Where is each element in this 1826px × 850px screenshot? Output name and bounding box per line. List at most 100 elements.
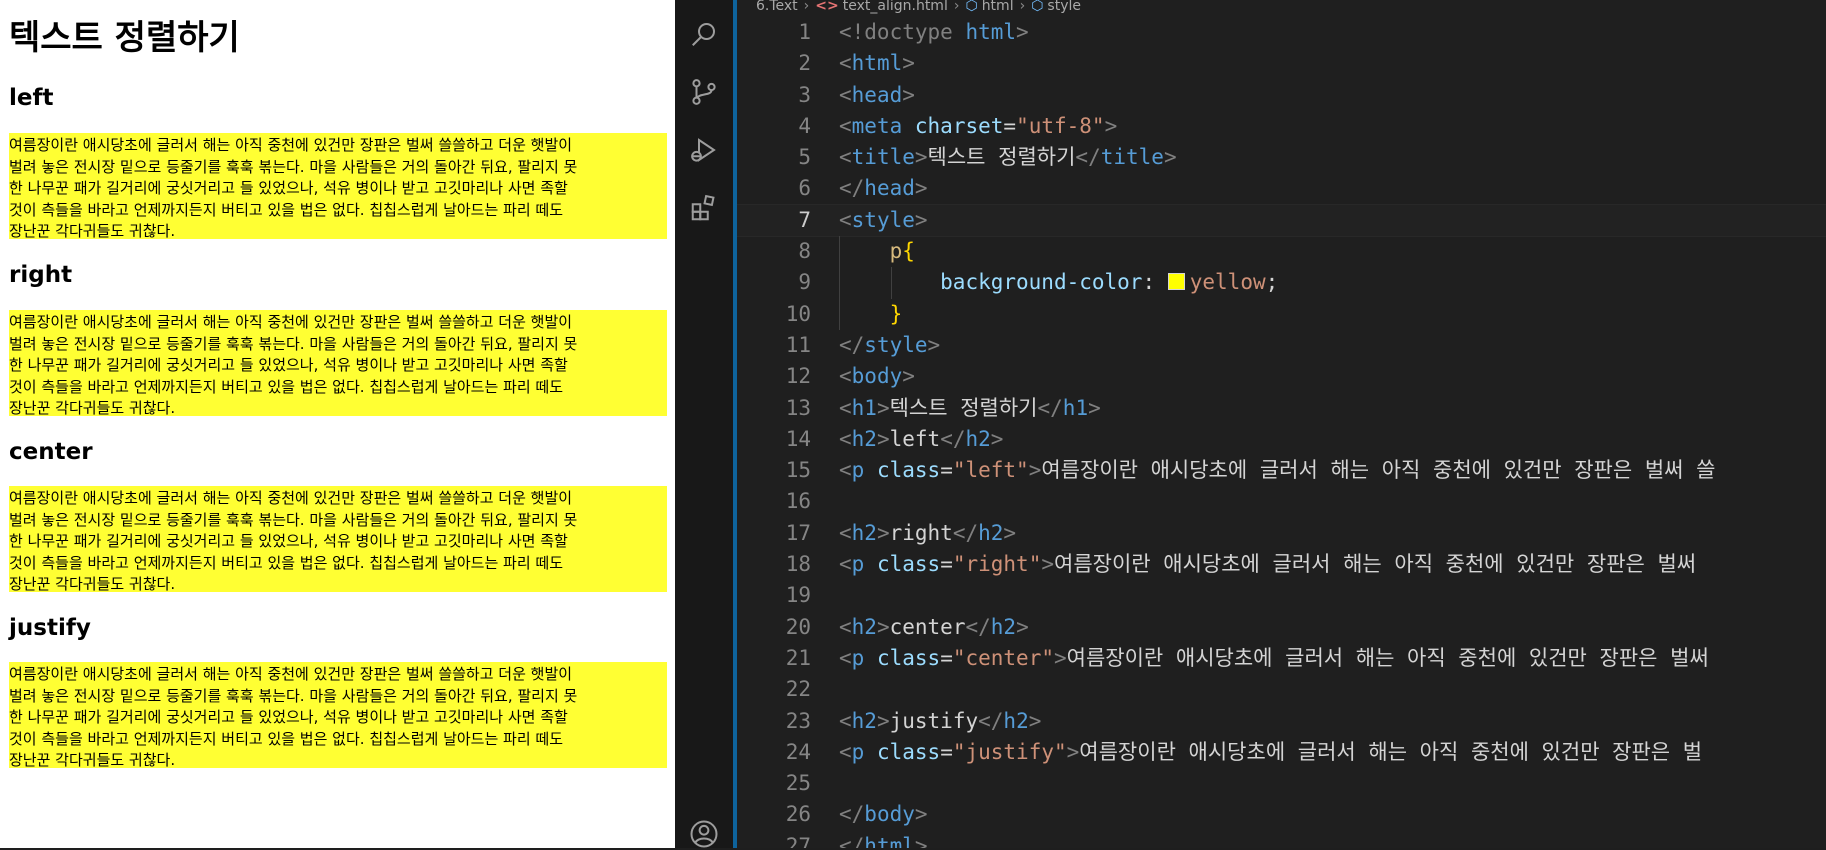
code-line[interactable]: 5 <title>텍스트 정렬하기</title> xyxy=(737,142,1826,173)
line-number: 14 xyxy=(785,426,811,451)
paragraph-line: 장난꾼 각다귀들도 귀찮다. xyxy=(9,575,176,592)
paragraph-line: 벌려 놓은 전시장 밑으로 등줄기를 훅훅 볶는다. 마을 사람들은 거의 돌아… xyxy=(9,686,578,705)
account-icon[interactable] xyxy=(688,818,720,850)
code-token: class xyxy=(876,645,941,670)
line-number: 25 xyxy=(785,771,811,796)
element-node-icon: ⬡ xyxy=(1031,0,1044,14)
code-line[interactable]: 8 p{ xyxy=(737,236,1826,268)
paragraph-line: 여름장이란 애시당초에 글러서 해는 아직 중천에 있건만 장판은 벌써 쓸쓸하… xyxy=(9,665,573,683)
paragraph-line: 것이 측들을 바라고 언제까지든지 버티고 있을 법은 없다. 칩칩스럽게 날아… xyxy=(9,729,564,748)
code-line[interactable]: 6 </head> xyxy=(737,173,1826,204)
code-line[interactable]: 1 <!doctype html> xyxy=(737,17,1826,48)
line-number: 27 xyxy=(785,833,811,848)
code-line[interactable]: 14 <h2>left</h2> xyxy=(737,424,1826,455)
code-line[interactable]: 21 <p class="center">여름장이란 애시당초에 글러서 해는 아… xyxy=(737,643,1826,674)
code-line[interactable]: 12 <body> xyxy=(737,361,1826,392)
code-token: "utf-8" xyxy=(1016,113,1105,138)
paragraph-line: 것이 측들을 바라고 언제까지든지 버티고 있을 법은 없다. 칩칩스럽게 날아… xyxy=(9,200,564,219)
code-line[interactable]: 16 xyxy=(737,486,1826,517)
line-number: 20 xyxy=(785,614,811,639)
breadcrumb-node-html[interactable]: html xyxy=(982,0,1014,14)
line-number: 5 xyxy=(798,145,811,170)
paragraph-line: 여름장이란 애시당초에 글러서 해는 아직 중천에 있건만 장판은 벌써 쓸쓸하… xyxy=(9,489,573,507)
line-number: 3 xyxy=(798,82,811,107)
paragraph-line: 한 나무꾼 패가 길거리에 궁싯거리고 들 있었으나, 석유 병이나 받고 고깃… xyxy=(9,179,568,197)
line-number: 13 xyxy=(785,395,811,420)
paragraph-line: 것이 측들을 바라고 언제까지든지 버티고 있을 법은 없다. 칩칩스럽게 날아… xyxy=(9,377,564,396)
paragraph-line: 것이 측들을 바라고 언제까지든지 버티고 있을 법은 없다. 칩칩스럽게 날아… xyxy=(9,553,564,572)
code-token: charset xyxy=(914,113,1004,138)
source-control-icon[interactable] xyxy=(688,76,720,108)
line-number: 1 xyxy=(798,20,811,44)
code-token: 여름장이란 애시당초에 글러서 해는 아직 중천에 있건만 장판은 벌 xyxy=(1079,739,1703,764)
paragraph-justify: 여름장이란 애시당초에 글러서 해는 아직 중천에 있건만 장판은 벌써 쓸쓸하… xyxy=(9,662,667,768)
code-line[interactable]: 25 xyxy=(737,768,1826,799)
page-title: 텍스트 정렬하기 xyxy=(9,18,240,58)
paragraph-line: 한 나무꾼 패가 길거리에 궁싯거리고 들 있었으나, 석유 병이나 받고 고깃… xyxy=(9,708,568,726)
breadcrumb-folder[interactable]: 6.Text xyxy=(756,0,798,14)
code-token: class xyxy=(876,552,941,577)
search-icon[interactable] xyxy=(688,18,720,50)
line-number: 2 xyxy=(798,51,811,76)
code-token: class xyxy=(876,739,941,764)
code-line[interactable]: 2 <html> xyxy=(737,48,1826,79)
paragraph-line: 벌려 놓은 전시장 밑으로 등줄기를 훅훅 볶는다. 마을 사람들은 거의 돌아… xyxy=(9,334,578,353)
extensions-icon[interactable] xyxy=(688,192,720,224)
chevron-right-icon: › xyxy=(953,0,960,14)
line-number: 15 xyxy=(785,458,811,483)
html-file-icon: <> xyxy=(815,0,839,14)
line-number: 21 xyxy=(785,645,811,670)
code-line[interactable]: 18 <p class="right">여름장이란 애시당초에 글러서 해는 아직… xyxy=(737,549,1826,580)
code-lines[interactable]: 1 <!doctype html> 2 <html> 3 <head> 4 <meta … xyxy=(737,17,1826,848)
code-line[interactable]: 24 <p class="justify">여름장이란 애시당초에 글러서 해는 … xyxy=(737,737,1826,768)
color-swatch[interactable] xyxy=(1167,273,1185,291)
code-line[interactable]: 20 <h2>center</h2> xyxy=(737,612,1826,643)
code-line[interactable]: 11 </style> xyxy=(737,330,1826,361)
code-line[interactable]: 10 } xyxy=(737,298,1826,330)
code-token: 텍스트 정렬하기 xyxy=(889,395,1038,420)
code-editor[interactable]: 6.Text › <> text_align.html › ⬡ html › ⬡ style 1 <… xyxy=(733,0,1826,848)
code-token: <!doctype xyxy=(839,20,953,44)
line-number: 11 xyxy=(785,332,811,357)
code-token: right xyxy=(889,520,953,545)
code-line-active[interactable]: 7 <style> xyxy=(737,203,1826,238)
code-line[interactable]: 4 <meta charset="utf-8"> xyxy=(737,111,1826,142)
code-token: yellow xyxy=(1189,270,1266,295)
paragraph-left: 여름장이란 애시당초에 글러서 해는 아직 중천에 있건만 장판은 벌써 쓸쓸하… xyxy=(9,133,667,239)
breadcrumb-node-style[interactable]: style xyxy=(1047,0,1081,14)
paragraph-right: 여름장이란 애시당초에 글러서 해는 아직 중천에 있건만 장판은 벌써 쓸쓸하… xyxy=(9,310,667,416)
paragraph-line: 벌려 놓은 전시장 밑으로 등줄기를 훅훅 볶는다. 마을 사람들은 거의 돌아… xyxy=(9,510,578,529)
code-line[interactable]: 15 <p class="left">여름장이란 애시당초에 글러서 해는 아직 … xyxy=(737,455,1826,486)
code-line[interactable]: 22 xyxy=(737,674,1826,705)
code-line[interactable]: 27 </html> xyxy=(737,831,1826,848)
code-line[interactable]: 19 xyxy=(737,580,1826,611)
code-token: center xyxy=(889,614,966,639)
code-token: justify xyxy=(889,708,979,733)
code-token: left xyxy=(889,426,941,451)
code-token: 여름장이란 애시당초에 글러서 해는 아직 중천에 있건만 장판은 벌써 xyxy=(1066,645,1709,670)
line-number: 7 xyxy=(798,207,811,232)
code-line[interactable]: 23 <h2>justify</h2> xyxy=(737,706,1826,737)
line-number: 16 xyxy=(785,489,811,514)
code-line[interactable]: 17 <h2>right</h2> xyxy=(737,518,1826,549)
paragraph-line: 장난꾼 각다귀들도 귀찮다. xyxy=(9,222,176,239)
code-token: 텍스트 정렬하기 xyxy=(927,145,1076,170)
line-number: 12 xyxy=(785,364,811,389)
heading-justify: justify xyxy=(9,615,91,641)
paragraph-center: 여름장이란 애시당초에 글러서 해는 아직 중천에 있건만 장판은 벌써 쓸쓸하… xyxy=(9,486,667,592)
paragraph-line: 여름장이란 애시당초에 글러서 해는 아직 중천에 있건만 장판은 벌써 쓸쓸하… xyxy=(9,313,573,331)
code-token: html xyxy=(965,20,1017,44)
heading-center: center xyxy=(9,439,93,465)
code-line[interactable]: 3 <head> xyxy=(737,80,1826,111)
line-number: 8 xyxy=(798,239,811,264)
code-line[interactable]: 13 <h1>텍스트 정렬하기</h1> xyxy=(737,393,1826,424)
line-number: 10 xyxy=(785,301,811,326)
code-line[interactable]: 9 background-color: yellow; xyxy=(737,267,1826,299)
code-token: 여름장이란 애시당초에 글러서 해는 아직 중천에 있건만 장판은 벌써 쓸 xyxy=(1041,458,1716,483)
element-node-icon: ⬡ xyxy=(965,0,978,14)
line-number: 26 xyxy=(785,802,811,827)
code-line[interactable]: 26 </body> xyxy=(737,799,1826,830)
line-number: 19 xyxy=(785,583,811,608)
breadcrumb-file[interactable]: text_align.html xyxy=(843,0,948,14)
run-debug-icon[interactable] xyxy=(688,134,720,166)
